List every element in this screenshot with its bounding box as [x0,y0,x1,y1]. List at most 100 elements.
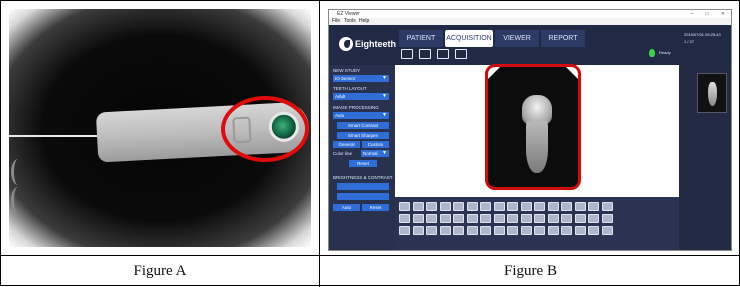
caption-figure-b: Figure B [504,263,557,279]
tooth-cell[interactable] [601,202,613,211]
corner-marker [488,67,500,79]
tooth-cell[interactable] [561,214,572,223]
smart-sharpen-button[interactable]: Smart Sharpen [337,132,389,139]
left-panel: NEW STUDY IO Sensor ▼ TEETH LAYOUT Adult ▼… [329,65,395,250]
custom-button[interactable]: Custom [362,141,389,148]
tooth-cell[interactable] [426,202,437,211]
tooth-cell[interactable] [574,202,586,211]
highlight-oval [221,96,309,162]
thumbnail-panel [679,65,731,250]
caption-figure-a: Figure A [133,263,187,279]
tooth-cell[interactable] [601,214,613,223]
tooth-cell[interactable] [453,214,464,223]
tooth-cell[interactable] [493,226,505,235]
image-processing-value: Auto [335,113,345,118]
divider-vertical [319,1,320,287]
window-controls[interactable]: – ▭ ✕ [691,10,730,18]
tooth-cell[interactable] [453,202,464,211]
tooth-root [526,121,548,173]
tooth-cell[interactable] [426,226,437,235]
new-study-label: NEW STUDY [333,68,360,73]
tooth-cell[interactable] [534,214,545,223]
auto-button[interactable]: Auto [333,204,360,211]
tooth-cell[interactable] [439,202,451,211]
tooth-cell[interactable] [466,214,478,223]
teeth-layout-select[interactable]: Adult ▼ [333,93,389,100]
tooth-cell[interactable] [547,214,559,223]
brightness-slider[interactable] [337,183,389,190]
tooth-cell[interactable] [507,202,518,211]
tooth-cell[interactable] [588,214,599,223]
tooth-cell[interactable] [399,202,410,211]
caret-down-icon: ▼ [382,75,387,81]
info-line2: 1 / 27 [684,39,695,44]
tooth-cell[interactable] [507,226,518,235]
thumbnail[interactable] [697,73,727,113]
reset2-button[interactable]: Reset [362,204,389,211]
tooth-cell[interactable] [399,226,410,235]
smart-contrast-button[interactable]: Smart Contrast [337,122,389,129]
tooth-cell[interactable] [561,202,572,211]
tooth-cell[interactable] [574,214,586,223]
tooth-cell[interactable] [412,214,424,223]
tooth-cell[interactable] [453,226,464,235]
tooth-cell[interactable] [399,214,410,223]
image-processing-select[interactable]: Auto ▼ [333,112,389,119]
print-icon[interactable] [455,49,467,59]
color-line-select[interactable]: Normal ▼ [361,150,389,157]
tooth-cell[interactable] [520,202,532,211]
teeth-layout-value: Adult [335,94,346,99]
menu-tools[interactable]: Tools [344,18,356,25]
sensor-cable [9,135,107,137]
teeth-grid [395,197,679,250]
logo-icon [339,37,353,51]
tab-patient[interactable]: PATIENT [399,30,443,47]
reset-button[interactable]: Reset [349,160,377,167]
side-mark [11,159,25,185]
menu-help[interactable]: Help [359,18,369,25]
tooth-cell[interactable] [493,214,505,223]
tooth-cell[interactable] [493,202,505,211]
contrast-slider[interactable] [337,193,389,200]
logo-text: Eighteeth [355,39,397,49]
tooth-cell[interactable] [507,214,518,223]
compare-icon[interactable] [437,49,449,59]
tooth-cell[interactable] [466,226,478,235]
title-bar: EZ Viewer – ▭ ✕ [329,10,731,18]
menu-file[interactable]: File [332,18,340,25]
tooth-cell[interactable] [412,202,424,211]
app-title: EZ Viewer [337,11,360,17]
tooth-cell[interactable] [601,226,613,235]
side-mark [11,187,25,213]
xray-image[interactable] [485,64,581,190]
tab-viewer[interactable]: VIEWER [495,30,539,47]
tooth-cell[interactable] [412,226,424,235]
tooth-cell[interactable] [426,214,437,223]
new-study-select[interactable]: IO Sensor ▼ [333,75,389,82]
tooth-cell[interactable] [520,214,532,223]
tooth-cell[interactable] [561,226,572,235]
tooth-cell[interactable] [534,202,545,211]
tab-acquisition[interactable]: ACQUISITION [445,30,493,47]
tooth-cell[interactable] [588,226,599,235]
tooth-cell[interactable] [480,214,491,223]
tooth-cell[interactable] [439,214,451,223]
import-icon[interactable] [401,49,413,59]
tab-report[interactable]: REPORT [541,30,585,47]
tooth-cell[interactable] [439,226,451,235]
figure-b-screenshot: EZ Viewer – ▭ ✕ File Tools Help Eighteet… [328,9,732,251]
tooth-cell[interactable] [520,226,532,235]
tooth-cell[interactable] [480,226,491,235]
export-icon[interactable] [419,49,431,59]
tooth-cell[interactable] [534,226,545,235]
tooth-cell[interactable] [547,226,559,235]
tooth-cell[interactable] [574,226,586,235]
tooth-cell[interactable] [547,202,559,211]
color-line-value: Normal [363,151,378,156]
tooth-cell[interactable] [480,202,491,211]
image-processing-label: IMAGE PROCESSING [333,105,379,110]
tooth-cell[interactable] [466,202,478,211]
tooth-cell[interactable] [588,202,599,211]
general-button[interactable]: General [333,141,360,148]
thumbnail-tooth [708,82,717,106]
